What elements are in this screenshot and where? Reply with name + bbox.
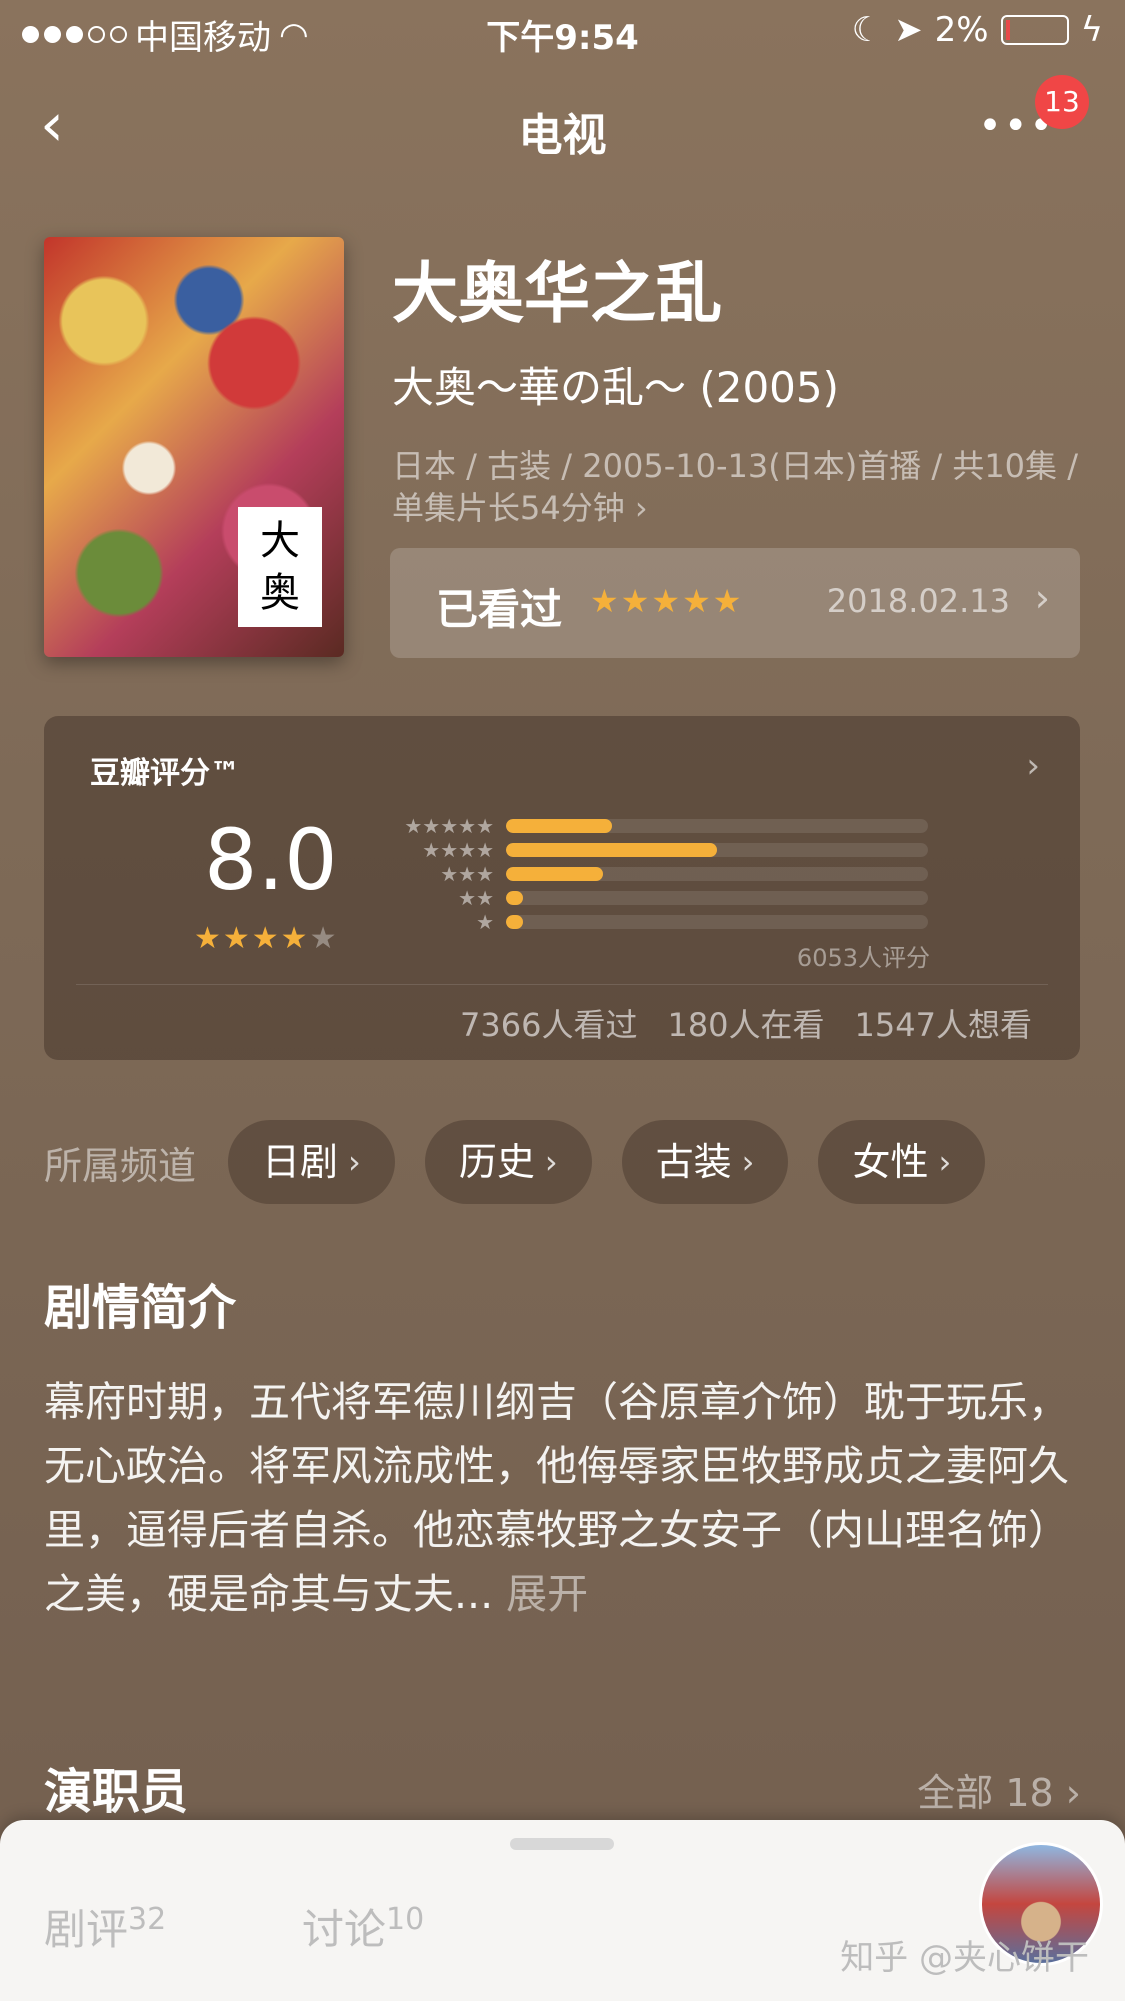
chevron-right-icon: ›: [1026, 746, 1040, 786]
channel-chip[interactable]: 女性 ›: [818, 1120, 986, 1204]
chip-label: 日剧: [262, 1140, 339, 1184]
want-count: 1547人想看: [854, 1006, 1032, 1044]
synopsis-text[interactable]: 幕府时期，五代将军德川纲吉（谷原章介饰）耽于玩乐，无心政治。将军风流成性，他侮辱…: [44, 1370, 1084, 1626]
distribution-row: ★★★★★: [384, 814, 928, 838]
distribution-bar: [506, 843, 928, 857]
watched-label: 已看过: [436, 585, 563, 634]
rating-distribution: ★★★★★ ★★★★ ★★★ ★★ ★: [384, 814, 928, 934]
cast-all-label: 全部 18: [917, 1771, 1054, 1815]
chip-label: 女性: [852, 1140, 929, 1184]
chevron-right-icon: ›: [1034, 576, 1050, 620]
distribution-stars: ★★★★★: [404, 814, 494, 838]
chip-label: 历史: [458, 1140, 535, 1184]
distribution-row: ★★★★: [384, 838, 928, 862]
distribution-bar-fill: [506, 891, 523, 905]
channels-row: 所属频道 日剧 › 历史 › 古装 › 女性 ›: [44, 1120, 1015, 1204]
status-bar: 中国移动 ◠ 下午9:54 ☾ ➤ 2% ϟ: [0, 0, 1125, 60]
tab-discussion-count: 10: [386, 1902, 425, 1937]
tab-reviews-count: 32: [128, 1902, 167, 1937]
expand-link[interactable]: 展开: [506, 1570, 588, 1618]
rating-score: 8.0: [204, 811, 338, 909]
meta-text: 日本 / 古装 / 2005-10-13(日本)首播 / 共10集 / 单集片长…: [392, 447, 1078, 527]
page-title: 电视: [518, 110, 607, 161]
divider: [76, 984, 1048, 985]
tab-reviews-label: 剧评: [44, 1905, 129, 1954]
distribution-row: ★★: [384, 886, 928, 910]
chip-label: 古装: [655, 1140, 732, 1184]
watermark: 知乎 @夹心饼干: [840, 1938, 1089, 1978]
title-info: 大奥华之乱 大奥～華の乱～ (2005) 日本 / 古装 / 2005-10-1…: [392, 240, 1092, 529]
rating-brand: 豆瓣评分™: [90, 756, 240, 791]
battery-icon: [1000, 15, 1069, 45]
rating-count: 6053人评分: [796, 944, 930, 972]
channel-chip[interactable]: 日剧 ›: [228, 1120, 395, 1204]
distribution-stars: ★★★: [440, 862, 494, 886]
distribution-stars: ★★★★: [422, 838, 494, 862]
synopsis-title: 剧情简介: [44, 1280, 237, 1336]
chevron-right-icon: ›: [938, 1143, 952, 1181]
watched-date: 2018.02.13: [826, 582, 1010, 620]
chevron-right-icon: ›: [741, 1143, 755, 1181]
rating-stars: ★★★★★: [194, 921, 338, 956]
tab-discussion[interactable]: 讨论10: [302, 1896, 424, 1957]
location-icon: ➤: [894, 10, 923, 50]
meta-chevron-icon: ›: [634, 489, 648, 527]
stars-empty: ★: [309, 921, 339, 956]
distribution-bar-fill: [506, 867, 604, 881]
tab-reviews[interactable]: 剧评32: [44, 1896, 166, 1957]
status-right: ☾ ➤ 2% ϟ: [852, 10, 1103, 50]
distribution-bar-fill: [506, 819, 612, 833]
distribution-bar-fill: [506, 915, 523, 929]
battery-percent: 2%: [934, 10, 989, 50]
moon-icon: ☾: [851, 10, 883, 50]
cast-all-link[interactable]: 全部 18 ›: [917, 1762, 1081, 1817]
watching-count: 180人在看: [667, 1006, 825, 1044]
rating-card[interactable]: 豆瓣评分™ › 8.0 ★★★★★ ★★★★★ ★★★★ ★★★ ★★ ★ 6053人评…: [44, 716, 1080, 1060]
cast-title: 演职员: [44, 1764, 189, 1820]
distribution-stars: ★: [476, 910, 494, 934]
chevron-right-icon: ›: [348, 1143, 361, 1181]
bottom-sheet: 剧评32 讨论10 知乎 @夹心饼干: [0, 1820, 1125, 2001]
distribution-bar: [506, 915, 928, 929]
distribution-bar-fill: [506, 843, 717, 857]
distribution-bar: [506, 819, 928, 833]
watched-status[interactable]: 已看过 ★★★★★ 2018.02.13 ›: [390, 548, 1080, 658]
distribution-row: ★: [384, 910, 928, 934]
sheet-handle[interactable]: [510, 1838, 614, 1850]
rating-stats: 7366人看过 180人在看 1547人想看: [460, 1000, 1032, 1046]
nav-bar: ‹ 电视 ••• 13: [0, 75, 1125, 175]
original-title: 大奥～華の乱～ (2005): [392, 363, 840, 412]
watched-count: 7366人看过: [460, 1006, 638, 1044]
poster-image[interactable]: 大奥: [44, 237, 344, 657]
tab-discussion-label: 讨论: [302, 1905, 387, 1954]
distribution-bar: [506, 891, 928, 905]
distribution-row: ★★★: [384, 862, 928, 886]
channel-chip[interactable]: 古装 ›: [621, 1120, 789, 1204]
meta-info[interactable]: 日本 / 古装 / 2005-10-13(日本)首播 / 共10集 / 单集片长…: [392, 445, 1092, 529]
title-name: 大奥华之乱: [392, 255, 722, 332]
channel-chip[interactable]: 历史 ›: [424, 1120, 592, 1204]
chevron-right-icon: ›: [544, 1143, 558, 1181]
distribution-bar: [506, 867, 928, 881]
charging-icon: ϟ: [1080, 10, 1103, 50]
channels-label: 所属频道: [44, 1143, 197, 1188]
distribution-stars: ★★: [458, 886, 494, 910]
poster-logo: 大奥: [238, 507, 322, 627]
stars-filled: ★★★★: [194, 921, 310, 956]
chevron-right-icon: ›: [1065, 1771, 1081, 1815]
notification-badge: 13: [1035, 75, 1089, 129]
user-rating-stars: ★★★★★: [590, 582, 744, 620]
